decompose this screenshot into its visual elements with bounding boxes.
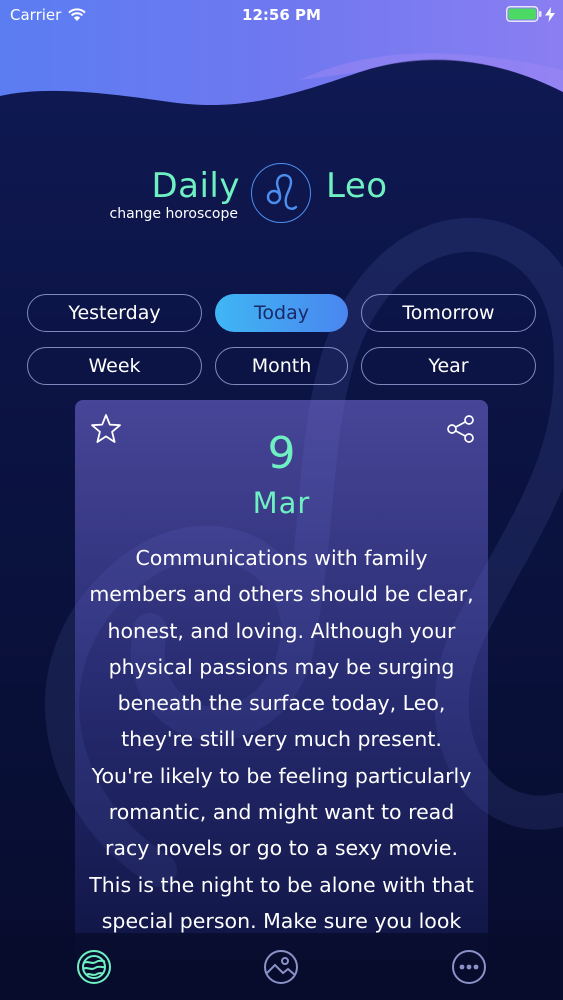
status-time: 12:56 PM [242,6,321,24]
battery-icon [506,6,542,22]
card-date-month: Mar [252,486,311,520]
tab-horoscope[interactable] [76,949,112,985]
period-row-days: Yesterday Today Tomorrow [0,294,563,332]
leo-symbol-icon [266,174,298,210]
period-year-button[interactable]: Year [361,347,536,385]
horoscope-card: 9 Mar Communications with family members… [75,400,488,960]
period-row-ranges: Week Month Year [0,347,563,385]
period-today-button[interactable]: Today [215,294,348,332]
period-month-button[interactable]: Month [215,347,348,385]
tab-images[interactable] [263,949,299,985]
status-bar: Carrier 12:56 PM [0,0,563,30]
tab-more[interactable] [451,949,487,985]
period-yesterday-button[interactable]: Yesterday [27,294,202,332]
more-tab-icon [452,950,486,984]
app-screen: Carrier 12:56 PM Daily Leo change horosc… [0,0,563,1000]
period-tomorrow-button[interactable]: Tomorrow [361,294,536,332]
tab-bar [0,933,563,1000]
card-date-day: 9 [267,428,296,479]
title-daily: Daily [151,166,240,206]
horoscope-tab-icon [77,950,111,984]
title-sign: Leo [326,166,388,206]
battery-indicator [506,6,555,22]
change-horoscope-link[interactable]: change horoscope [86,206,238,222]
period-week-button[interactable]: Week [27,347,202,385]
horoscope-text: Communications with family members and o… [89,546,474,933]
charging-bolt-icon [545,6,555,22]
header: Daily Leo change horoscope [0,160,563,230]
sign-badge[interactable] [251,163,311,223]
image-tab-icon [264,950,298,984]
